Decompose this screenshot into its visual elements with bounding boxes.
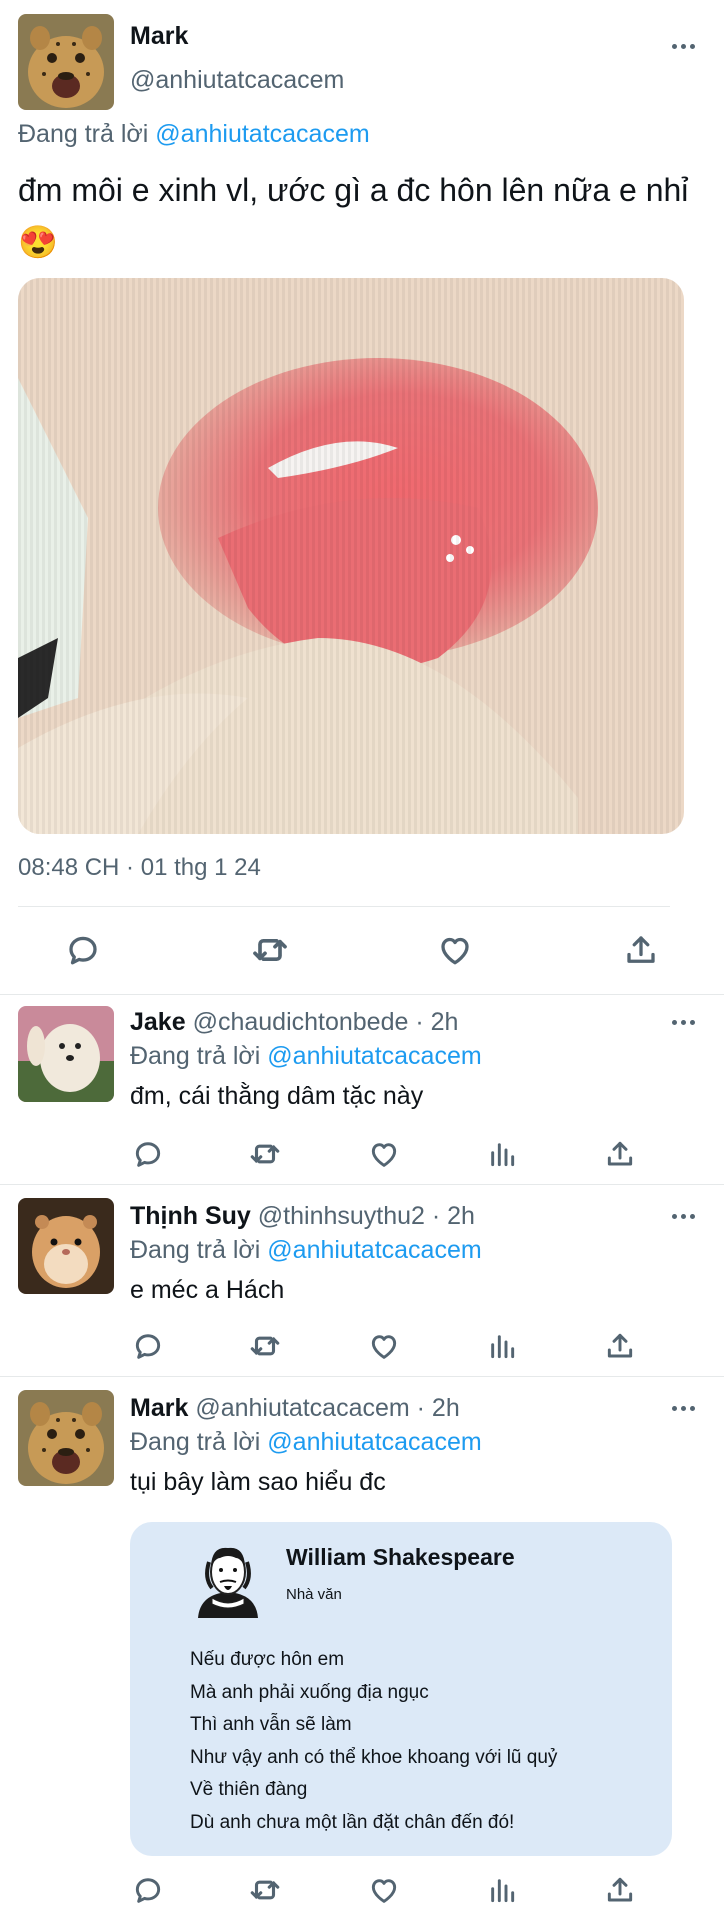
replying-to-link[interactable]: @anhiutatcacacem (267, 1428, 481, 1456)
more-icon[interactable] (672, 1214, 695, 1219)
cheetah-cub-avatar (18, 14, 114, 110)
reply-author-handle[interactable]: @anhiutatcacacem · 2h (195, 1394, 459, 1422)
replying-prefix: Đang trả lời (130, 1428, 261, 1456)
divider (18, 906, 670, 907)
reply-author-name[interactable]: Thịnh Suy (130, 1202, 251, 1230)
avatar[interactable] (18, 1198, 114, 1294)
reply-header: Jake @chaudichtonbede · 2h (130, 1008, 458, 1037)
lips-photo (18, 278, 684, 834)
reply-author-handle[interactable]: @thinhsuythu2 · 2h (258, 1202, 475, 1230)
quote-line: Về thiên đàng (190, 1779, 308, 1800)
views-icon (486, 1874, 518, 1906)
reply-text: đm, cái thằng dâm tặc này (130, 1082, 424, 1110)
divider (0, 994, 724, 995)
quote-poem: Nếu được hôn em Mà anh phải xuống địa ng… (190, 1644, 557, 1839)
views-button[interactable] (482, 1326, 522, 1366)
hamster-avatar (18, 1198, 114, 1294)
tweet-timestamp[interactable]: 08:48 CH · 01 thg 1 24 (18, 854, 261, 882)
author-handle[interactable]: @anhiutatcacacem (130, 66, 344, 95)
views-icon (486, 1138, 518, 1170)
reply-button[interactable] (128, 1870, 168, 1910)
reply-button[interactable] (128, 1134, 168, 1174)
retweet-icon (248, 1873, 282, 1907)
tweet-text: đm môi e xinh vl, ước gì a đc hôn lên nữ… (18, 172, 689, 260)
quote-line: Thì anh vẫn sẽ làm (190, 1714, 352, 1735)
retweet-button[interactable] (245, 930, 295, 970)
reply-header: Thịnh Suy @thinhsuythu2 · 2h (130, 1202, 475, 1231)
like-icon (368, 1138, 400, 1170)
author-name[interactable]: Mark (130, 22, 188, 51)
share-button[interactable] (600, 1326, 640, 1366)
avatar[interactable] (18, 1390, 114, 1486)
share-button[interactable] (600, 1870, 640, 1910)
avatar[interactable] (18, 1006, 114, 1102)
more-icon[interactable] (672, 44, 695, 49)
replying-to-link[interactable]: @anhiutatcacacem (155, 120, 369, 148)
cheetah-cub-avatar (18, 1390, 114, 1486)
replying-to-link[interactable]: @anhiutatcacacem (267, 1236, 481, 1264)
like-button[interactable] (364, 1134, 404, 1174)
divider (0, 1184, 724, 1185)
white-dog-avatar (18, 1006, 114, 1102)
replying-to-line: Đang trả lời @anhiutatcacacem (130, 1236, 482, 1265)
reply-icon (65, 932, 101, 968)
quote-line: Nếu được hôn em (190, 1649, 345, 1670)
more-icon[interactable] (672, 1406, 695, 1411)
share-icon (623, 932, 659, 968)
retweet-button[interactable] (245, 1326, 285, 1366)
share-button[interactable] (616, 930, 666, 970)
retweet-button[interactable] (245, 1134, 285, 1174)
views-button[interactable] (482, 1870, 522, 1910)
tweet-photo[interactable] (18, 278, 684, 834)
retweet-icon (250, 930, 290, 970)
reply-header: Mark @anhiutatcacacem · 2h (130, 1394, 460, 1423)
retweet-icon (248, 1329, 282, 1363)
reply-author-name[interactable]: Jake (130, 1008, 186, 1036)
quote-image-card[interactable]: William Shakespeare Nhà văn Nếu được hôn… (130, 1522, 672, 1856)
replying-prefix: Đang trả lời (18, 120, 149, 148)
reply-button[interactable] (128, 1326, 168, 1366)
like-icon (437, 932, 473, 968)
share-icon (604, 1138, 636, 1170)
replying-to-line: Đang trả lời @anhiutatcacacem (18, 120, 370, 149)
reply-author-handle[interactable]: @chaudichtonbede · 2h (193, 1008, 459, 1036)
reply-text: tụi bây làm sao hiểu đc (130, 1468, 386, 1496)
replying-to-line: Đang trả lời @anhiutatcacacem (130, 1042, 482, 1071)
avatar[interactable] (18, 14, 114, 110)
share-icon (604, 1874, 636, 1906)
quote-line: Dù anh chưa một lần đặt chân đến đó! (190, 1811, 515, 1833)
views-button[interactable] (482, 1134, 522, 1174)
quote-line: Như vậy anh có thể khoe khoang với lũ qu… (190, 1746, 558, 1768)
shakespeare-portrait-icon (198, 1547, 258, 1618)
like-icon (368, 1330, 400, 1362)
like-button[interactable] (430, 930, 480, 970)
like-button[interactable] (364, 1870, 404, 1910)
shakespeare-portrait (192, 1538, 264, 1618)
reply-icon (132, 1330, 164, 1362)
retweet-icon (248, 1137, 282, 1171)
views-icon (486, 1330, 518, 1362)
replying-prefix: Đang trả lời (130, 1042, 261, 1070)
replying-to-line: Đang trả lời @anhiutatcacacem (130, 1428, 482, 1457)
reply-text: e méc a Hách (130, 1276, 285, 1304)
share-button[interactable] (600, 1134, 640, 1174)
quote-author-role: Nhà văn (286, 1586, 342, 1603)
reply-icon (132, 1874, 164, 1906)
reply-author-name[interactable]: Mark (130, 1394, 188, 1422)
retweet-button[interactable] (245, 1870, 285, 1910)
more-icon[interactable] (672, 1020, 695, 1025)
replying-prefix: Đang trả lời (130, 1236, 261, 1264)
like-button[interactable] (364, 1326, 404, 1366)
divider (0, 1376, 724, 1377)
like-icon (368, 1874, 400, 1906)
quote-line: Mà anh phải xuống địa ngục (190, 1681, 429, 1703)
quote-author: William Shakespeare (286, 1544, 515, 1570)
reply-button[interactable] (58, 930, 108, 970)
share-icon (604, 1330, 636, 1362)
reply-icon (132, 1138, 164, 1170)
replying-to-link[interactable]: @anhiutatcacacem (267, 1042, 481, 1070)
